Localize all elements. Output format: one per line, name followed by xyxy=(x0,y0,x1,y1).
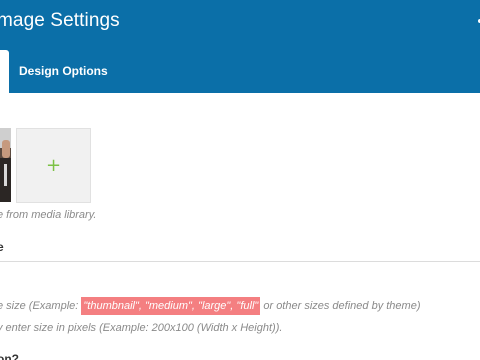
thumbnail-face xyxy=(2,140,10,158)
help-highlight: "thumbnail", "medium", "large", "full" xyxy=(81,297,261,315)
help-prefix: e size (Example: xyxy=(0,300,82,312)
add-image-button[interactable]: + xyxy=(16,128,91,203)
panel-header: mage Settings Design Options xyxy=(0,0,480,93)
help-suffix: or other sizes defined by theme) xyxy=(260,300,421,312)
tab-general[interactable] xyxy=(0,50,9,93)
image-size-input[interactable] xyxy=(0,252,480,262)
image-help-text: e from media library. xyxy=(0,209,97,221)
thumbnail-shirt xyxy=(4,164,7,186)
image-size-help: e size (Example: "thumbnail", "medium", … xyxy=(0,297,421,315)
panel-title: mage Settings xyxy=(0,10,120,31)
image-size-help-line2: y enter size in pixels (Example: 200x100… xyxy=(0,322,283,334)
next-field-label: on? xyxy=(0,352,19,360)
plus-icon: + xyxy=(45,154,62,176)
tab-design-options[interactable]: Design Options xyxy=(19,64,108,78)
image-thumbnail[interactable] xyxy=(0,128,11,202)
